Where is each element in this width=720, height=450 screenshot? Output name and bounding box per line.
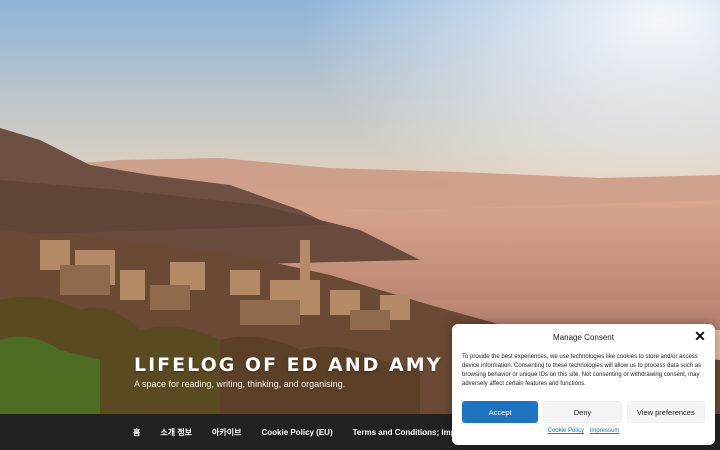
site-branding: LIFELOG OF ED AND AMY A space for readin… <box>134 354 442 389</box>
cookie-consent-dialog: Manage Consent ✕ To provide the best exp… <box>452 324 715 445</box>
nav-item-archive[interactable]: 아카이브 <box>212 427 241 438</box>
consent-links: Cookie Policy Impressum <box>462 428 705 434</box>
deny-button[interactable]: Deny <box>543 401 622 423</box>
cookie-policy-link[interactable]: Cookie Policy <box>548 428 584 434</box>
nav-item-about[interactable]: 소개 정보 <box>160 427 192 438</box>
view-preferences-button[interactable]: View preferences <box>626 401 705 423</box>
accept-button[interactable]: Accept <box>462 401 539 423</box>
site-title[interactable]: LIFELOG OF ED AND AMY <box>134 354 442 376</box>
nav-item-home[interactable]: 홈 <box>133 427 140 438</box>
consent-title: Manage Consent <box>553 333 614 342</box>
consent-text: To provide the best experiences, we use … <box>462 354 702 387</box>
close-icon[interactable]: ✕ <box>693 329 707 343</box>
impressum-link[interactable]: Impressum <box>590 428 620 434</box>
site-description: A space for reading, writing, thinking, … <box>134 379 346 389</box>
nav-item-cookie-policy[interactable]: Cookie Policy (EU) <box>262 428 333 437</box>
consent-buttons: Accept Deny View preferences <box>462 401 705 423</box>
